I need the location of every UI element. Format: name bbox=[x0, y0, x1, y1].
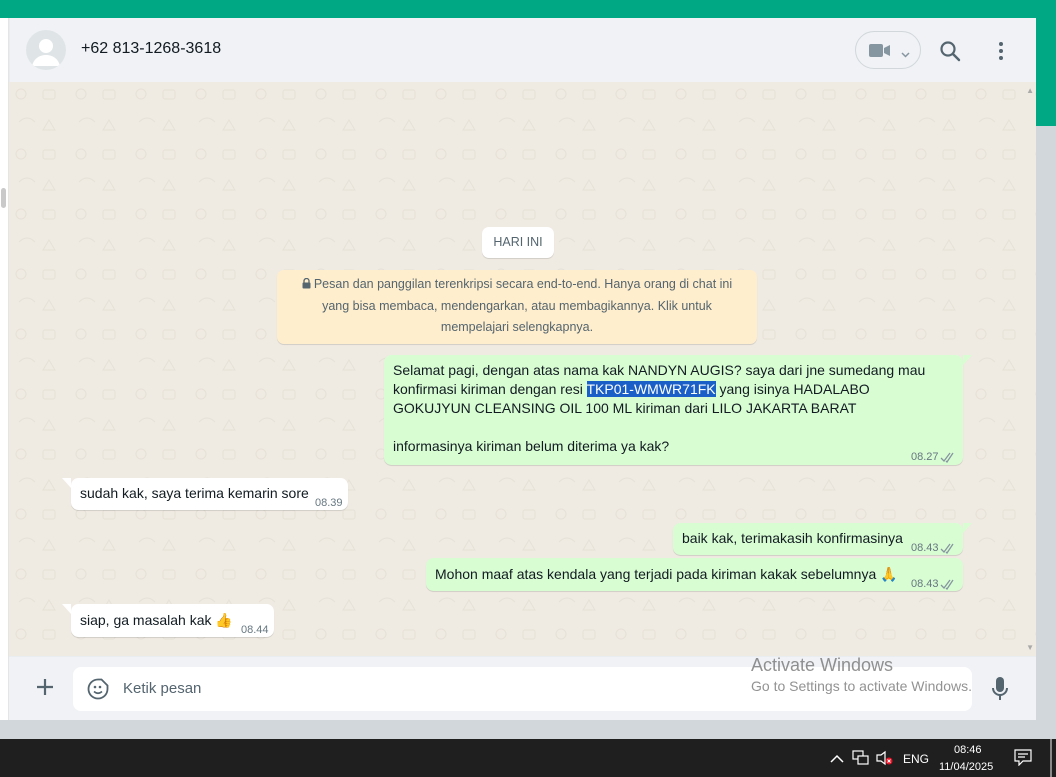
chevron-up-icon[interactable] bbox=[830, 751, 844, 769]
outgoing-message[interactable]: Selamat pagi, dengan atas nama kak NANDY… bbox=[384, 355, 963, 465]
message-time: 08.43 bbox=[911, 578, 939, 590]
bubble-tail bbox=[62, 604, 71, 614]
thumbs-up-emoji: 👍 bbox=[215, 612, 233, 628]
notification-icon[interactable] bbox=[1014, 749, 1032, 771]
outgoing-message[interactable]: Mohon maaf atas kendala yang terjadi pad… bbox=[426, 558, 963, 591]
lock-icon bbox=[302, 275, 311, 296]
sticker-icon[interactable] bbox=[87, 678, 109, 700]
chat-window: +62 813-1268-3618 ▲ ▼ HARI INI Pesan dan… bbox=[9, 18, 1036, 720]
message-time: 08.44 bbox=[241, 624, 269, 636]
activate-windows-watermark: Activate Windows Go to Settings to activ… bbox=[751, 655, 972, 694]
window-right-background bbox=[1036, 126, 1056, 739]
outgoing-message[interactable]: baik kak, terimakasih konfirmasinya 08.4… bbox=[673, 523, 963, 555]
bubble-tail bbox=[963, 523, 972, 533]
taskbar: ENG 08:46 11/04/2025 bbox=[0, 739, 1056, 777]
encryption-notice[interactable]: Pesan dan panggilan terenkripsi secara e… bbox=[277, 270, 757, 344]
message-time: 08.27 bbox=[911, 451, 939, 463]
folded-hands-emoji: 🙏 bbox=[880, 566, 898, 582]
bubble-tail bbox=[62, 478, 71, 488]
message-input-placeholder[interactable]: Ketik pesan bbox=[123, 680, 201, 697]
kebab-menu-icon[interactable] bbox=[991, 39, 1011, 63]
mic-icon[interactable] bbox=[991, 676, 1009, 702]
default-avatar-icon[interactable] bbox=[26, 30, 66, 70]
search-icon[interactable] bbox=[938, 39, 962, 63]
bubble-tail bbox=[963, 355, 972, 365]
scroll-down-arrow[interactable]: ▼ bbox=[1026, 643, 1034, 652]
message-list[interactable]: ▲ ▼ HARI INI Pesan dan panggilan terenkr… bbox=[9, 82, 1036, 656]
volume-muted-icon[interactable] bbox=[876, 750, 894, 771]
double-check-icon bbox=[940, 576, 956, 595]
chat-header[interactable]: +62 813-1268-3618 bbox=[9, 18, 1036, 82]
message-time: 08.43 bbox=[911, 542, 939, 554]
double-check-icon bbox=[940, 449, 956, 468]
message-text: baik kak, terimakasih konfirmasinya bbox=[682, 530, 903, 546]
message-time: 08.39 bbox=[315, 497, 343, 509]
left-panel-edge bbox=[0, 18, 9, 720]
clock-time[interactable]: 08:46 bbox=[954, 744, 982, 756]
window-right-edge bbox=[1036, 18, 1056, 126]
network-icon[interactable] bbox=[852, 750, 870, 771]
scroll-up-arrow[interactable]: ▲ bbox=[1026, 86, 1034, 95]
message-text: sudah kak, saya terima kemarin sore bbox=[80, 485, 309, 501]
encryption-text: Pesan dan panggilan terenkripsi secara e… bbox=[313, 277, 733, 334]
chevron-down-icon bbox=[901, 46, 910, 64]
incoming-message[interactable]: siap, ga masalah kak 👍 08.44 bbox=[71, 604, 274, 637]
message-text: Mohon maaf atas kendala yang terjadi pad… bbox=[435, 566, 898, 582]
clock-date[interactable]: 11/04/2025 bbox=[939, 761, 993, 773]
video-call-button[interactable] bbox=[855, 31, 921, 69]
message-text-line2: informasinya kiriman belum diterima ya k… bbox=[393, 438, 670, 454]
plus-icon[interactable] bbox=[35, 677, 55, 697]
left-scroll-handle[interactable] bbox=[1, 188, 6, 208]
video-call-icon bbox=[869, 43, 891, 63]
show-desktop-button[interactable] bbox=[1050, 739, 1052, 777]
contact-name[interactable]: +62 813-1268-3618 bbox=[81, 40, 221, 58]
language-indicator[interactable]: ENG bbox=[903, 752, 929, 766]
incoming-message[interactable]: sudah kak, saya terima kemarin sore 08.3… bbox=[71, 478, 348, 510]
message-text: Selamat pagi, dengan atas nama kak NANDY… bbox=[393, 362, 926, 416]
tracking-number[interactable]: TKP01-WMWR71FK bbox=[586, 381, 716, 397]
date-divider: HARI INI bbox=[482, 227, 554, 258]
message-text: siap, ga masalah kak 👍 bbox=[80, 612, 233, 628]
double-check-icon bbox=[940, 540, 956, 559]
window-top-bar bbox=[0, 0, 1056, 18]
